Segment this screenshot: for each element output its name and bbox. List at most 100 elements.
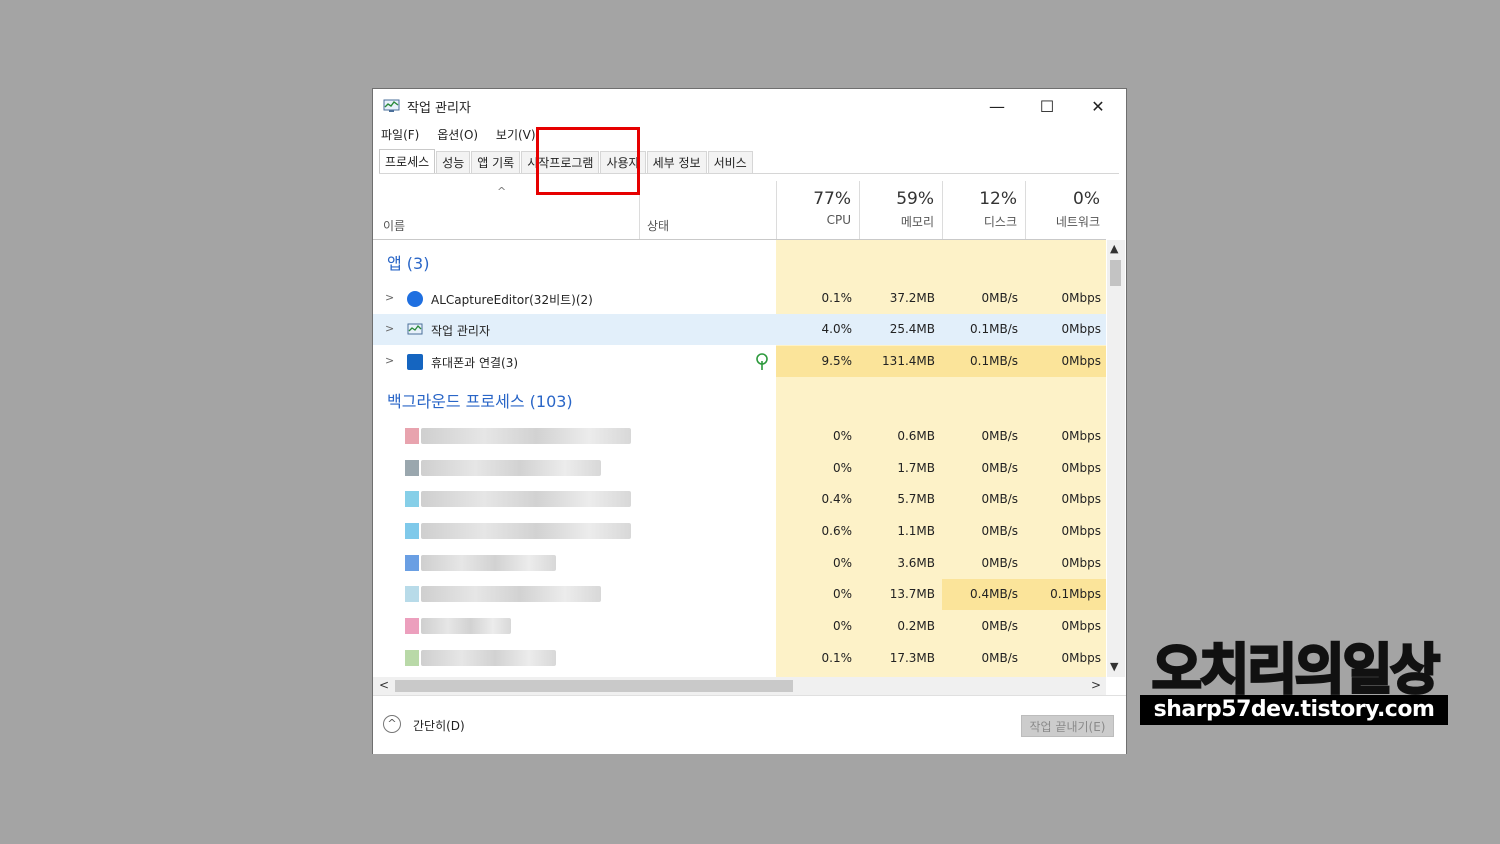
scroll-right-icon[interactable]: > xyxy=(1091,678,1101,692)
cpu-value: 0.1% xyxy=(821,651,853,665)
background-row[interactable]: 0.6% 1.1MB 0MB/s 0Mbps xyxy=(373,516,1106,547)
expand-chevron-icon[interactable]: > xyxy=(385,322,394,335)
column-cpu[interactable]: 77% CPU xyxy=(775,189,851,227)
column-status[interactable]: 상태 xyxy=(647,217,669,234)
network-value: 0Mbps xyxy=(1061,619,1101,633)
alcapture-icon xyxy=(407,291,423,307)
menu-file[interactable]: 파일(F) xyxy=(381,126,419,143)
tab-services[interactable]: 서비스 xyxy=(707,151,753,173)
tab-divider xyxy=(379,173,1119,174)
network-label: 네트워크 xyxy=(1055,215,1100,229)
blurred-process-name xyxy=(421,586,601,602)
task-manager-icon xyxy=(407,323,423,335)
cpu-percent: 77% xyxy=(813,189,851,209)
disk-value: 0.4MB/s xyxy=(970,587,1018,601)
cpu-value: 0.4% xyxy=(821,492,853,506)
cpu-value: 0% xyxy=(832,556,852,570)
memory-value: 37.2MB xyxy=(889,291,935,305)
network-value: 0Mbps xyxy=(1061,322,1101,336)
memory-value: 0.2MB xyxy=(897,619,935,633)
network-value: 0Mbps xyxy=(1061,461,1101,475)
process-name: 휴대폰과 연결(3) xyxy=(431,356,519,370)
network-value: 0.1Mbps xyxy=(1050,587,1101,601)
disk-value: 0.1MB/s xyxy=(970,322,1018,336)
menu-bar: 파일(F) 옵션(O) 보기(V) xyxy=(381,126,550,144)
blurred-process-name xyxy=(421,555,556,571)
column-name[interactable]: 이름 xyxy=(383,217,405,234)
blurred-process-name xyxy=(421,491,631,507)
expand-chevron-icon[interactable]: > xyxy=(385,291,394,304)
disk-value: 0MB/s xyxy=(981,556,1018,570)
column-header: ^ 이름 상태 77% CPU 59% 메모리 12% 디스크 0% 네트워크 xyxy=(373,181,1106,240)
menu-options[interactable]: 옵션(O) xyxy=(437,126,478,143)
column-network[interactable]: 0% 네트워크 xyxy=(1024,189,1100,230)
process-name: 작업 관리자 xyxy=(431,324,491,338)
memory-value: 131.4MB xyxy=(882,354,935,368)
tab-app-history[interactable]: 앱 기록 xyxy=(471,151,521,173)
horizontal-scrollbar[interactable]: < > xyxy=(373,677,1106,695)
memory-percent: 59% xyxy=(896,189,934,209)
minimize-button[interactable]: — xyxy=(975,91,1019,121)
memory-value: 0.6MB xyxy=(897,429,935,443)
end-task-button[interactable]: 작업 끝내기(E) xyxy=(1021,715,1114,737)
blurred-process-name xyxy=(421,523,631,539)
tab-details[interactable]: 세부 정보 xyxy=(646,151,707,173)
disk-value: 0MB/s xyxy=(981,524,1018,538)
disk-value: 0.1MB/s xyxy=(970,354,1018,368)
memory-value: 25.4MB xyxy=(889,322,935,336)
watermark-title: 오치리의일상 xyxy=(1150,637,1441,703)
scroll-up-icon[interactable]: ▲ xyxy=(1110,242,1118,255)
background-row[interactable]: 0% 0.6MB 0MB/s 0Mbps xyxy=(373,421,1106,452)
task-manager-icon xyxy=(383,99,400,112)
window-title: 작업 관리자 xyxy=(407,101,471,116)
memory-value: 1.7MB xyxy=(897,461,935,475)
scroll-left-icon[interactable]: < xyxy=(379,678,389,692)
blurred-process-name xyxy=(421,618,511,634)
background-row[interactable]: 0.4% 5.7MB 0MB/s 0Mbps xyxy=(373,484,1106,515)
background-row[interactable]: 0% 0.2MB 0MB/s 0Mbps xyxy=(373,611,1106,642)
group-apps-label: 앱 (3) xyxy=(387,254,430,273)
network-value: 0Mbps xyxy=(1061,291,1101,305)
network-value: 0Mbps xyxy=(1061,492,1101,506)
chevron-up-icon[interactable]: ^ xyxy=(383,715,401,733)
blurred-process-icon xyxy=(405,460,419,476)
cpu-value: 0.1% xyxy=(821,291,853,305)
cpu-value: 0% xyxy=(832,587,852,601)
vertical-scrollbar[interactable]: ▲ ▼ xyxy=(1107,240,1125,677)
tab-processes[interactable]: 프로세스 xyxy=(379,149,436,173)
title-bar: 작업 관리자 — ☐ ✕ xyxy=(373,89,1126,123)
app-row-alcapture[interactable]: > ALCaptureEditor(32비트)(2) 0.1% 37.2MB 0… xyxy=(373,283,1106,314)
disk-percent: 12% xyxy=(979,189,1017,209)
background-row[interactable]: 0% 3.6MB 0MB/s 0Mbps xyxy=(373,548,1106,579)
blurred-process-name xyxy=(421,460,601,476)
app-row-phone-link[interactable]: > 휴대폰과 연결(3) 9.5% 131.4MB 0.1MB/s 0Mbps xyxy=(373,346,1106,377)
blurred-process-icon xyxy=(405,555,419,571)
column-memory[interactable]: 59% 메모리 xyxy=(858,189,934,230)
memory-value: 3.6MB xyxy=(897,556,935,570)
network-value: 0Mbps xyxy=(1061,354,1101,368)
blurred-process-icon xyxy=(405,523,419,539)
column-disk[interactable]: 12% 디스크 xyxy=(941,189,1017,230)
background-row[interactable]: 0% 13.7MB 0.4MB/s 0.1Mbps xyxy=(373,579,1106,610)
maximize-button[interactable]: ☐ xyxy=(1025,91,1069,121)
close-button[interactable]: ✕ xyxy=(1076,91,1120,121)
scroll-thumb[interactable] xyxy=(395,680,793,692)
memory-value: 13.7MB xyxy=(889,587,935,601)
footer-bar: ^ 간단히(D) 작업 끝내기(E) xyxy=(373,695,1126,754)
process-name: ALCaptureEditor(32비트)(2) xyxy=(431,293,593,307)
fewer-details-button[interactable]: 간단히(D) xyxy=(413,717,465,734)
scroll-thumb[interactable] xyxy=(1110,260,1121,286)
scroll-down-icon[interactable]: ▼ xyxy=(1110,660,1118,673)
background-row[interactable]: 0.1% 17.3MB 0MB/s 0Mbps xyxy=(373,643,1106,674)
cpu-value: 0.6% xyxy=(821,524,853,538)
menu-view[interactable]: 보기(V) xyxy=(496,126,536,143)
network-value: 0Mbps xyxy=(1061,429,1101,443)
expand-chevron-icon[interactable]: > xyxy=(385,354,394,367)
watermark-url: sharp57dev.tistory.com xyxy=(1140,695,1448,725)
maximize-icon: ☐ xyxy=(1039,96,1055,116)
tab-performance[interactable]: 성능 xyxy=(436,151,471,173)
minimize-icon: — xyxy=(989,96,1005,116)
background-row[interactable]: 0% 1.7MB 0MB/s 0Mbps xyxy=(373,453,1106,484)
disk-value: 0MB/s xyxy=(981,461,1018,475)
app-row-task-manager[interactable]: > 작업 관리자 4.0% 25.4MB 0.1MB/s 0Mbps xyxy=(373,314,1106,345)
